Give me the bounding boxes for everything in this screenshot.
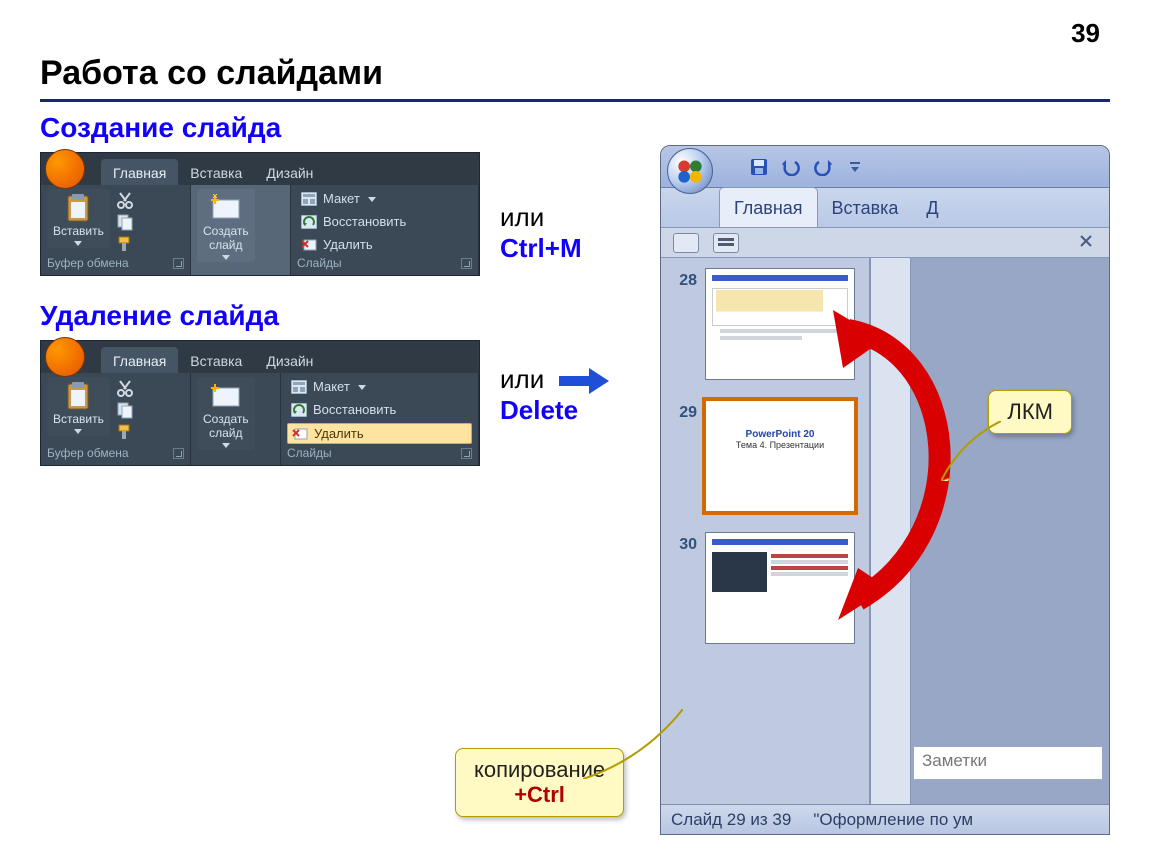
ribbon-create: Главная Вставка Дизайн Вставить bbox=[40, 152, 480, 276]
dialog-launcher-icon[interactable] bbox=[461, 448, 472, 459]
reset-icon bbox=[301, 215, 317, 229]
paste-button[interactable]: Вставить bbox=[47, 189, 110, 248]
tab-insert[interactable]: Вставка bbox=[178, 347, 254, 373]
slides-group-label: Слайды bbox=[297, 256, 342, 270]
notes-pane[interactable]: Заметки bbox=[913, 746, 1103, 780]
layout-icon bbox=[291, 380, 307, 394]
undo-icon[interactable] bbox=[779, 155, 803, 179]
slide-number-29: 29 bbox=[671, 400, 697, 422]
reset-button[interactable]: Восстановить bbox=[297, 212, 472, 231]
delete-slide-icon bbox=[301, 238, 317, 252]
cut-icon[interactable] bbox=[116, 191, 134, 209]
new-slide-button[interactable]: Создать слайд bbox=[197, 377, 255, 450]
new-slide-icon bbox=[209, 194, 243, 222]
save-icon[interactable] bbox=[747, 155, 771, 179]
slide-thumb-28[interactable] bbox=[705, 268, 855, 380]
shortcut-delete: Delete bbox=[500, 395, 578, 425]
powerpoint-window: Главная Вставка Д 28 bbox=[660, 145, 1110, 835]
dialog-launcher-icon[interactable] bbox=[461, 258, 472, 269]
tab-insert[interactable]: Вставка bbox=[178, 159, 254, 185]
layout-icon bbox=[301, 192, 317, 206]
slide-number-28: 28 bbox=[671, 268, 697, 290]
tab-design[interactable]: Дизайн bbox=[254, 159, 325, 185]
close-pane-icon[interactable] bbox=[1079, 234, 1097, 252]
slide-number-30: 30 bbox=[671, 532, 697, 554]
arrow-right-icon bbox=[559, 368, 609, 394]
office-button[interactable] bbox=[667, 148, 713, 194]
reset-button[interactable]: Восстановить bbox=[287, 400, 472, 419]
outline-view-button[interactable] bbox=[713, 233, 739, 253]
callout-copy: копирование+Ctrl bbox=[455, 748, 624, 817]
qat-dropdown-icon[interactable] bbox=[843, 155, 867, 179]
dialog-launcher-icon[interactable] bbox=[173, 448, 184, 459]
clipboard-group-label: Буфер обмена bbox=[47, 446, 129, 460]
slide-thumb-29-selected[interactable]: PowerPoint 20Тема 4. Презентации bbox=[705, 400, 855, 512]
slides-view-button[interactable] bbox=[673, 233, 699, 253]
delete-button-highlighted[interactable]: Удалить bbox=[287, 423, 472, 444]
format-painter-icon[interactable] bbox=[116, 423, 134, 441]
page-number: 39 bbox=[1071, 18, 1100, 49]
copy-icon[interactable] bbox=[116, 213, 134, 231]
shortcut-ctrl-m: Ctrl+M bbox=[500, 233, 582, 263]
section-create-heading: Создание слайда bbox=[40, 112, 1110, 144]
status-slide-count: Слайд 29 из 39 bbox=[671, 810, 791, 830]
reset-icon bbox=[291, 403, 307, 417]
copy-icon[interactable] bbox=[116, 401, 134, 419]
office-orb-icon[interactable] bbox=[45, 149, 85, 189]
dialog-launcher-icon[interactable] bbox=[173, 258, 184, 269]
tab-home[interactable]: Главная bbox=[101, 159, 178, 185]
tab-home[interactable]: Главная bbox=[719, 187, 818, 227]
or-text-1: или bbox=[500, 202, 544, 232]
callout-pointer-icon bbox=[583, 709, 683, 779]
format-painter-icon[interactable] bbox=[116, 235, 134, 253]
redo-icon[interactable] bbox=[811, 155, 835, 179]
office-orb-icon[interactable] bbox=[45, 337, 85, 377]
callout-pointer-icon bbox=[941, 421, 1001, 481]
status-theme: "Оформление по ум bbox=[813, 810, 973, 830]
office-logo-icon bbox=[676, 157, 704, 185]
or-text-2: или bbox=[500, 364, 544, 394]
page-title: Работа со слайдами bbox=[40, 54, 1110, 93]
ruler bbox=[871, 258, 911, 818]
tab-insert[interactable]: Вставка bbox=[818, 188, 913, 227]
clipboard-group-label: Буфер обмена bbox=[47, 256, 129, 270]
delete-button[interactable]: Удалить bbox=[297, 235, 472, 254]
slide-thumbnail-pane[interactable]: 28 29 PowerPoint 20Тема 4. Презентации bbox=[661, 258, 871, 818]
paste-button[interactable]: Вставить bbox=[47, 377, 110, 436]
callout-lmb: ЛКМ bbox=[988, 390, 1072, 434]
title-rule bbox=[40, 99, 1110, 102]
new-slide-button[interactable]: Создать слайд bbox=[197, 189, 255, 262]
layout-button[interactable]: Макет bbox=[287, 377, 472, 396]
new-slide-icon bbox=[209, 382, 243, 410]
clipboard-icon bbox=[64, 381, 92, 411]
layout-button[interactable]: Макет bbox=[297, 189, 472, 208]
cut-icon[interactable] bbox=[116, 379, 134, 397]
slides-group-label: Слайды bbox=[287, 446, 332, 460]
delete-slide-icon bbox=[292, 427, 308, 441]
tab-design[interactable]: Дизайн bbox=[254, 347, 325, 373]
clipboard-icon bbox=[64, 193, 92, 223]
slide-thumb-30[interactable] bbox=[705, 532, 855, 644]
ribbon-delete: Главная Вставка Дизайн Вставить bbox=[40, 340, 480, 466]
tab-home[interactable]: Главная bbox=[101, 347, 178, 373]
tab-design-trunc[interactable]: Д bbox=[912, 188, 952, 227]
